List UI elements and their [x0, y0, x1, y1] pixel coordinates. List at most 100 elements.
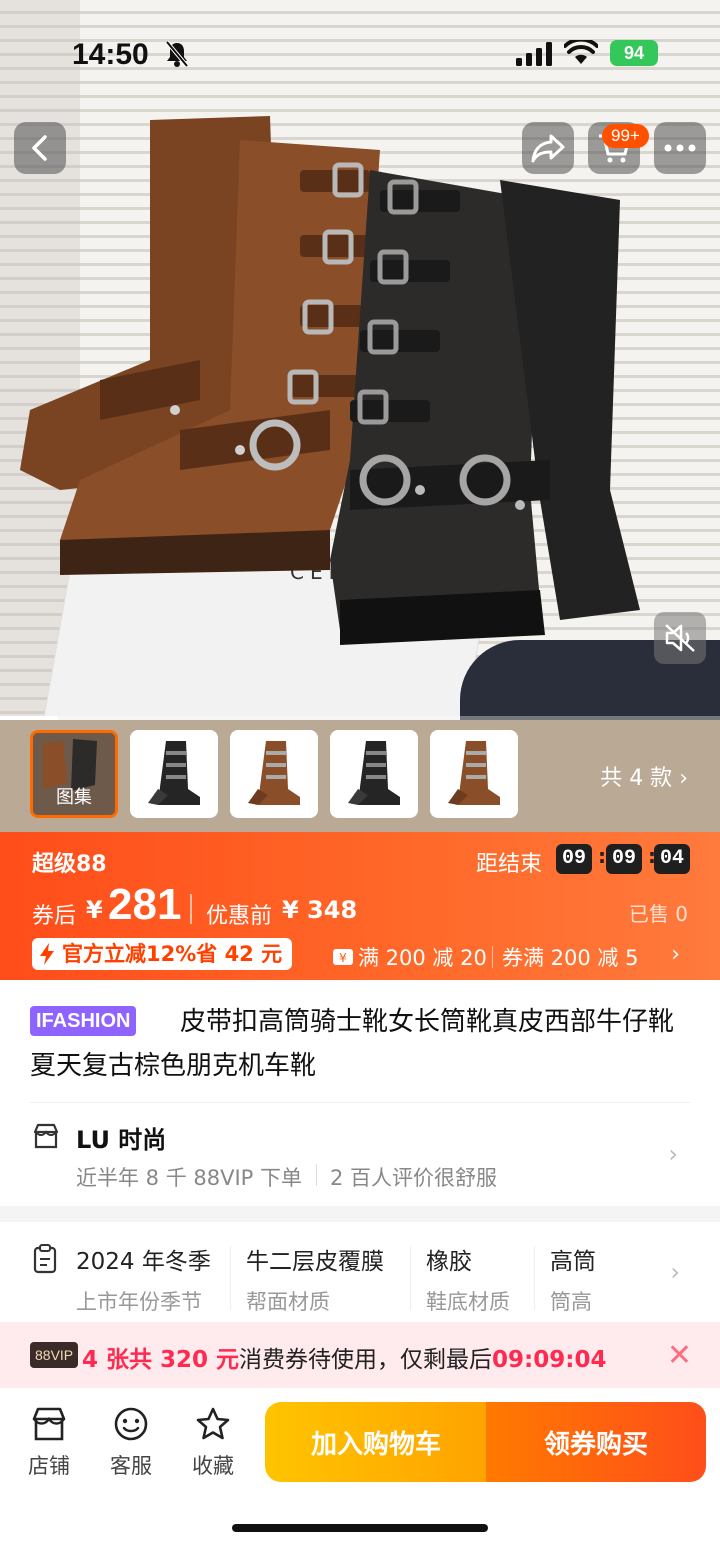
spec-value: 橡胶: [426, 1249, 472, 1275]
chevron-right-icon: ›: [670, 1258, 680, 1286]
coupon-platform[interactable]: 券满 200 减 5: [502, 942, 638, 972]
styles-count-label: 共 4 款: [600, 766, 673, 791]
speaker-muted-icon: [665, 624, 695, 652]
countdown-colon: :: [598, 844, 606, 868]
customer-service-tab[interactable]: 客服: [96, 1406, 166, 1480]
official-discount-tag[interactable]: 官方立减12%省 42 元: [32, 938, 293, 970]
store-tab[interactable]: 店铺: [14, 1406, 84, 1480]
customer-service-label: 客服: [110, 1454, 152, 1478]
store-icon: [33, 1123, 59, 1149]
chevron-right-icon[interactable]: ›: [668, 1140, 678, 1168]
favorite-label: 收藏: [192, 1454, 234, 1478]
cart-count-badge: 99+: [602, 124, 649, 148]
price-after-coupon: 281: [108, 880, 182, 929]
spec-sole-material: 橡胶 鞋底材质: [426, 1242, 510, 1316]
spec-value: 牛二层皮覆膜: [246, 1249, 384, 1275]
black-boot-thumbnail: [148, 741, 200, 805]
product-title: 皮带扣高筒骑士靴女长筒靴真皮西部牛仔靴夏天复古棕色朋克机车靴: [30, 1007, 675, 1081]
wifi-icon: [564, 40, 598, 64]
price-before-discount: ¥ 348: [282, 896, 358, 924]
spec-label: 帮面材质: [246, 1290, 330, 1314]
thumbnail-style-2[interactable]: [230, 730, 318, 818]
close-icon[interactable]: ✕: [667, 1338, 692, 1373]
official-discount-text: 官方立减12%省 42 元: [62, 942, 283, 966]
product-hero-image[interactable]: CEL: [0, 0, 720, 720]
atlas-label: 图集: [56, 787, 92, 808]
mute-button[interactable]: [654, 612, 706, 664]
countdown-hours: 09: [556, 844, 592, 874]
vip-badge: 88VIP: [30, 1342, 79, 1368]
spec-shaft-height: 高筒 筒高: [550, 1242, 596, 1316]
storefront-icon: [32, 1407, 66, 1441]
specs-row[interactable]: 2024 年冬季 上市年份季节 牛二层皮覆膜 帮面材质 橡胶 鞋底材质 高筒 筒…: [0, 1222, 720, 1322]
back-button[interactable]: [14, 122, 66, 174]
coupon-store-text: 满 200 减 20: [358, 946, 487, 970]
spec-divider: [230, 1246, 231, 1310]
vip-highlight: 4 张共 320 元: [82, 1347, 240, 1373]
brown-boot-thumbnail: [248, 741, 300, 805]
more-button[interactable]: [654, 122, 706, 174]
spec-divider: [534, 1246, 535, 1310]
star-icon: [196, 1407, 230, 1440]
more-dots-icon: [664, 144, 696, 152]
meta-divider: [316, 1164, 317, 1186]
chevron-left-icon: [32, 135, 47, 161]
spec-divider: [410, 1246, 411, 1310]
thumbnail-strip: 图集 共 4 款 ›: [0, 720, 720, 832]
thumbnail-style-3[interactable]: [330, 730, 418, 818]
spec-label: 鞋底材质: [426, 1290, 510, 1314]
thumbnail-style-1[interactable]: [130, 730, 218, 818]
store-review-info: 2 百人评价很舒服: [330, 1166, 498, 1190]
document-icon: [33, 1244, 57, 1274]
vip-banner-text: 4 张共 320 元消费券待使用，仅剩最后09:09:04: [82, 1340, 606, 1374]
favorite-tab[interactable]: 收藏: [178, 1406, 248, 1480]
chevron-right-icon[interactable]: ›: [671, 942, 680, 967]
coupon-divider: [492, 946, 493, 968]
black-boots-illustration: [330, 170, 640, 645]
store-sales-info: 近半年 8 千 88VIP 下单: [76, 1166, 303, 1190]
price-divider: [190, 894, 192, 924]
vip-coupon-banner[interactable]: 88VIP 4 张共 320 元消费券待使用，仅剩最后09:09:04 ✕: [0, 1322, 720, 1388]
brown-boot-thumbnail: [448, 741, 500, 805]
countdown-minutes: 09: [606, 844, 642, 874]
home-indicator: [232, 1524, 488, 1532]
coupon-icon: ¥: [333, 949, 353, 965]
divider: [30, 1102, 690, 1103]
bottom-action-bar: 店铺 客服 收藏 加入购物车 领券购买: [0, 1388, 720, 1560]
status-time: 14:50: [72, 38, 149, 71]
battery-indicator: 94: [610, 40, 658, 66]
store-name[interactable]: LU 时尚: [76, 1120, 166, 1155]
countdown-seconds: 04: [654, 844, 690, 874]
ends-label: 距结束: [476, 852, 543, 877]
spec-season: 2024 年冬季 上市年份季节: [76, 1242, 211, 1316]
smiley-chat-icon: [114, 1407, 148, 1441]
lightning-icon: [40, 943, 54, 965]
share-icon: [531, 134, 565, 163]
spec-value: 高筒: [550, 1249, 596, 1275]
buy-with-coupon-button[interactable]: 领券购买: [486, 1402, 706, 1482]
silent-bell-icon: [165, 40, 189, 68]
thumbnail-atlas[interactable]: 图集: [30, 730, 118, 818]
share-button[interactable]: [522, 122, 574, 174]
sold-count: 已售 0: [628, 902, 688, 926]
black-boot-thumbnail: [348, 741, 400, 805]
after-coupon-label: 券后: [32, 904, 77, 929]
chevron-right-icon: ›: [679, 766, 688, 791]
svg-text:¥: ¥: [339, 951, 347, 965]
spec-label: 筒高: [550, 1290, 592, 1314]
thumbnail-style-4[interactable]: [430, 730, 518, 818]
spec-upper-material: 牛二层皮覆膜 帮面材质: [246, 1242, 384, 1316]
styles-count-link[interactable]: 共 4 款 ›: [600, 760, 688, 792]
vip-countdown: 09:09:04: [492, 1347, 607, 1373]
coupon-store[interactable]: ¥ 满 200 减 20: [332, 942, 487, 972]
cellular-signal-icon: [516, 42, 552, 66]
product-detail-page: CEL 14:50 94 99+ 图集 共 4 款 › 超级88 距结束 09 …: [0, 0, 720, 1560]
before-discount-label: 优惠前: [206, 904, 273, 929]
add-to-cart-button[interactable]: 加入购物车: [265, 1402, 487, 1482]
store-tab-label: 店铺: [28, 1454, 70, 1478]
vip-middle-text: 消费券待使用，仅剩最后: [239, 1347, 493, 1373]
status-bar: 14:50 94: [0, 0, 720, 100]
currency-symbol: ¥: [86, 896, 103, 924]
event-name: 超级88: [32, 852, 107, 877]
spec-value: 2024 年冬季: [76, 1249, 211, 1275]
